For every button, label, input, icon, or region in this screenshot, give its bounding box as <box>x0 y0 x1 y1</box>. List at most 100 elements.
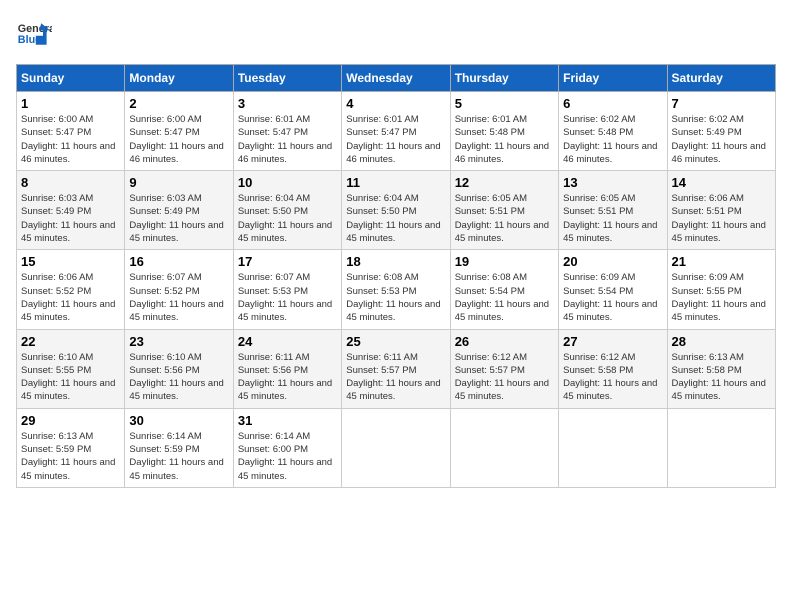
calendar-cell <box>450 408 558 487</box>
calendar-cell: 17Sunrise: 6:07 AMSunset: 5:53 PMDayligh… <box>233 250 341 329</box>
day-info: Sunrise: 6:01 AMSunset: 5:47 PMDaylight:… <box>346 113 445 166</box>
weekday-header-row: SundayMondayTuesdayWednesdayThursdayFrid… <box>17 65 776 92</box>
day-info: Sunrise: 6:03 AMSunset: 5:49 PMDaylight:… <box>21 192 120 245</box>
day-info: Sunrise: 6:13 AMSunset: 5:59 PMDaylight:… <box>21 430 120 483</box>
day-info: Sunrise: 6:00 AMSunset: 5:47 PMDaylight:… <box>21 113 120 166</box>
day-number: 10 <box>238 175 337 190</box>
weekday-header-monday: Monday <box>125 65 233 92</box>
day-info: Sunrise: 6:09 AMSunset: 5:54 PMDaylight:… <box>563 271 662 324</box>
calendar-week-2: 8 Sunrise: 6:03 AMSunset: 5:49 PMDaylight… <box>17 171 776 250</box>
day-info: Sunrise: 6:12 AMSunset: 5:57 PMDaylight:… <box>455 351 554 404</box>
weekday-header-thursday: Thursday <box>450 65 558 92</box>
day-number: 29 <box>21 413 120 428</box>
day-info: Sunrise: 6:06 AMSunset: 5:51 PMDaylight:… <box>672 192 771 245</box>
calendar-cell: 29 Sunrise: 6:13 AMSunset: 5:59 PMDayligh… <box>17 408 125 487</box>
day-info: Sunrise: 6:14 AMSunset: 5:59 PMDaylight:… <box>129 430 228 483</box>
day-info: Sunrise: 6:08 AMSunset: 5:53 PMDaylight:… <box>346 271 445 324</box>
day-number: 21 <box>672 254 771 269</box>
calendar-cell: 14 Sunrise: 6:06 AMSunset: 5:51 PMDayligh… <box>667 171 775 250</box>
day-info: Sunrise: 6:10 AMSunset: 5:56 PMDaylight:… <box>129 351 228 404</box>
day-number: 8 <box>21 175 120 190</box>
calendar-cell: 20 Sunrise: 6:09 AMSunset: 5:54 PMDayligh… <box>559 250 667 329</box>
day-number: 5 <box>455 96 554 111</box>
day-info: Sunrise: 6:13 AMSunset: 5:58 PMDaylight:… <box>672 351 771 404</box>
day-number: 7 <box>672 96 771 111</box>
calendar-table: SundayMondayTuesdayWednesdayThursdayFrid… <box>16 64 776 488</box>
day-number: 24 <box>238 334 337 349</box>
day-number: 18 <box>346 254 445 269</box>
calendar-week-5: 29 Sunrise: 6:13 AMSunset: 5:59 PMDayligh… <box>17 408 776 487</box>
day-info: Sunrise: 6:06 AMSunset: 5:52 PMDaylight:… <box>21 271 120 324</box>
day-number: 30 <box>129 413 228 428</box>
calendar-cell: 23 Sunrise: 6:10 AMSunset: 5:56 PMDayligh… <box>125 329 233 408</box>
weekday-header-tuesday: Tuesday <box>233 65 341 92</box>
day-number: 3 <box>238 96 337 111</box>
day-info: Sunrise: 6:12 AMSunset: 5:58 PMDaylight:… <box>563 351 662 404</box>
calendar-cell: 9 Sunrise: 6:03 AMSunset: 5:49 PMDaylight… <box>125 171 233 250</box>
calendar-cell: 16 Sunrise: 6:07 AMSunset: 5:52 PMDayligh… <box>125 250 233 329</box>
day-number: 15 <box>21 254 120 269</box>
weekday-header-sunday: Sunday <box>17 65 125 92</box>
day-info: Sunrise: 6:11 AMSunset: 5:56 PMDaylight:… <box>238 351 337 404</box>
day-info: Sunrise: 6:00 AMSunset: 5:47 PMDaylight:… <box>129 113 228 166</box>
calendar-cell: 10Sunrise: 6:04 AMSunset: 5:50 PMDayligh… <box>233 171 341 250</box>
day-info: Sunrise: 6:10 AMSunset: 5:55 PMDaylight:… <box>21 351 120 404</box>
day-number: 23 <box>129 334 228 349</box>
calendar-cell: 15 Sunrise: 6:06 AMSunset: 5:52 PMDayligh… <box>17 250 125 329</box>
day-info: Sunrise: 6:08 AMSunset: 5:54 PMDaylight:… <box>455 271 554 324</box>
day-number: 19 <box>455 254 554 269</box>
calendar-cell: 5Sunrise: 6:01 AMSunset: 5:48 PMDaylight… <box>450 92 558 171</box>
day-number: 6 <box>563 96 662 111</box>
day-number: 4 <box>346 96 445 111</box>
day-number: 20 <box>563 254 662 269</box>
weekday-header-saturday: Saturday <box>667 65 775 92</box>
day-number: 31 <box>238 413 337 428</box>
calendar-cell: 12 Sunrise: 6:05 AMSunset: 5:51 PMDayligh… <box>450 171 558 250</box>
day-number: 17 <box>238 254 337 269</box>
day-info: Sunrise: 6:05 AMSunset: 5:51 PMDaylight:… <box>563 192 662 245</box>
calendar-cell: 27 Sunrise: 6:12 AMSunset: 5:58 PMDayligh… <box>559 329 667 408</box>
day-info: Sunrise: 6:04 AMSunset: 5:50 PMDaylight:… <box>346 192 445 245</box>
day-number: 1 <box>21 96 120 111</box>
day-number: 26 <box>455 334 554 349</box>
calendar-cell: 24 Sunrise: 6:11 AMSunset: 5:56 PMDayligh… <box>233 329 341 408</box>
weekday-header-wednesday: Wednesday <box>342 65 450 92</box>
day-number: 12 <box>455 175 554 190</box>
day-number: 27 <box>563 334 662 349</box>
calendar-cell <box>667 408 775 487</box>
calendar-cell: 31 Sunrise: 6:14 AMSunset: 6:00 PMDayligh… <box>233 408 341 487</box>
calendar-cell: 26 Sunrise: 6:12 AMSunset: 5:57 PMDayligh… <box>450 329 558 408</box>
day-number: 11 <box>346 175 445 190</box>
day-info: Sunrise: 6:02 AMSunset: 5:49 PMDaylight:… <box>672 113 771 166</box>
calendar-week-1: 1 Sunrise: 6:00 AMSunset: 5:47 PMDaylight… <box>17 92 776 171</box>
day-number: 22 <box>21 334 120 349</box>
calendar-cell: 22 Sunrise: 6:10 AMSunset: 5:55 PMDayligh… <box>17 329 125 408</box>
calendar-week-4: 22 Sunrise: 6:10 AMSunset: 5:55 PMDayligh… <box>17 329 776 408</box>
calendar-cell: 3 Sunrise: 6:01 AMSunset: 5:47 PMDaylight… <box>233 92 341 171</box>
day-number: 9 <box>129 175 228 190</box>
calendar-cell: 11 Sunrise: 6:04 AMSunset: 5:50 PMDayligh… <box>342 171 450 250</box>
day-number: 14 <box>672 175 771 190</box>
day-number: 16 <box>129 254 228 269</box>
calendar-cell: 1 Sunrise: 6:00 AMSunset: 5:47 PMDaylight… <box>17 92 125 171</box>
calendar-cell <box>559 408 667 487</box>
day-info: Sunrise: 6:01 AMSunset: 5:47 PMDaylight:… <box>238 113 337 166</box>
day-number: 2 <box>129 96 228 111</box>
day-info: Sunrise: 6:07 AMSunset: 5:52 PMDaylight:… <box>129 271 228 324</box>
calendar-week-3: 15 Sunrise: 6:06 AMSunset: 5:52 PMDayligh… <box>17 250 776 329</box>
calendar-cell <box>342 408 450 487</box>
calendar-cell: 8 Sunrise: 6:03 AMSunset: 5:49 PMDaylight… <box>17 171 125 250</box>
calendar-cell: 28Sunrise: 6:13 AMSunset: 5:58 PMDayligh… <box>667 329 775 408</box>
logo-icon: General Blue <box>16 16 52 52</box>
weekday-header-friday: Friday <box>559 65 667 92</box>
day-info: Sunrise: 6:05 AMSunset: 5:51 PMDaylight:… <box>455 192 554 245</box>
calendar-cell: 25 Sunrise: 6:11 AMSunset: 5:57 PMDayligh… <box>342 329 450 408</box>
calendar-cell: 19 Sunrise: 6:08 AMSunset: 5:54 PMDayligh… <box>450 250 558 329</box>
calendar-cell: 7 Sunrise: 6:02 AMSunset: 5:49 PMDaylight… <box>667 92 775 171</box>
day-number: 25 <box>346 334 445 349</box>
day-info: Sunrise: 6:11 AMSunset: 5:57 PMDaylight:… <box>346 351 445 404</box>
day-info: Sunrise: 6:09 AMSunset: 5:55 PMDaylight:… <box>672 271 771 324</box>
day-info: Sunrise: 6:02 AMSunset: 5:48 PMDaylight:… <box>563 113 662 166</box>
day-info: Sunrise: 6:03 AMSunset: 5:49 PMDaylight:… <box>129 192 228 245</box>
day-info: Sunrise: 6:14 AMSunset: 6:00 PMDaylight:… <box>238 430 337 483</box>
